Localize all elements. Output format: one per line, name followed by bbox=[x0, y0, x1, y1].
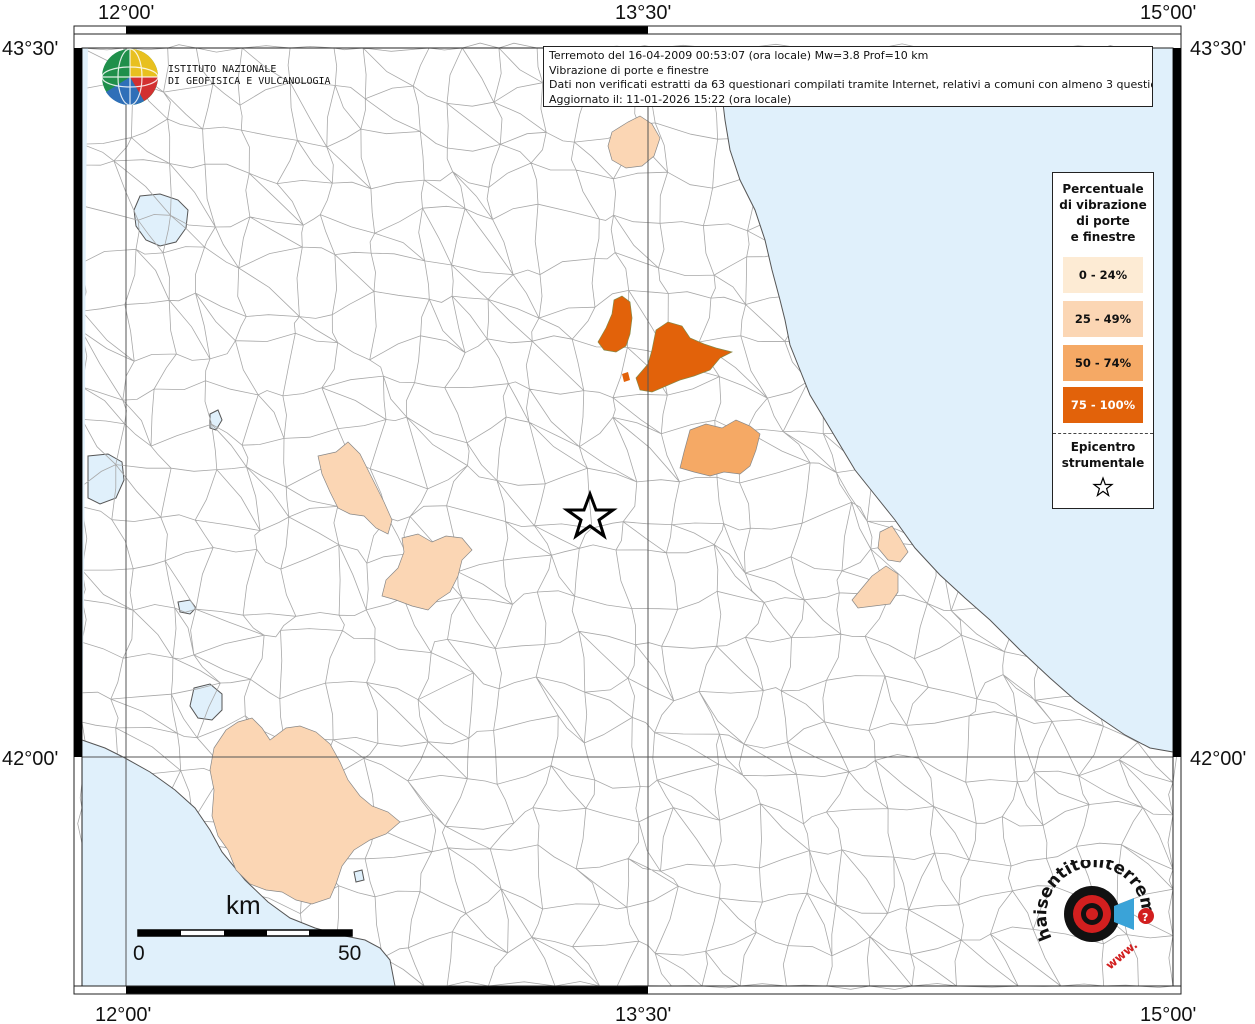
legend-title: Percentuale di vibrazione di porte e fin… bbox=[1053, 181, 1153, 245]
lon-label-top-mid: 13°30' bbox=[615, 2, 671, 24]
legend-class-75-100: 75 - 100% bbox=[1063, 387, 1143, 423]
ingv-logo-text: ISTITUTO NAZIONALE DI GEOFISICA E VULCAN… bbox=[168, 64, 331, 88]
event-info-box: Terremoto del 16-04-2009 00:53:07 (ora l… bbox=[543, 46, 1153, 107]
legend-title-line: di vibrazione bbox=[1059, 198, 1147, 212]
legend-epicenter-label: Epicentro strumentale bbox=[1053, 439, 1153, 471]
legend-epicenter-line: strumentale bbox=[1061, 456, 1145, 470]
scale-bar bbox=[137, 929, 353, 937]
scale-end: 50 bbox=[338, 942, 362, 965]
map-subject: Vibrazione di porte e finestre bbox=[549, 63, 709, 77]
lat-label-right-mid: 42°00' bbox=[1190, 748, 1246, 770]
ingv-name-line1: ISTITUTO NAZIONALE bbox=[168, 64, 277, 75]
haisentito-www: www. bbox=[1103, 938, 1140, 973]
lat-label-left-top: 43°30' bbox=[2, 38, 58, 60]
legend-class-0-24: 0 - 24% bbox=[1063, 257, 1143, 293]
lon-label-bottom-mid: 13°30' bbox=[615, 1004, 671, 1024]
legend-divider bbox=[1053, 433, 1153, 434]
ingv-name-line2: DI GEOFISICA E VULCANOLOGIA bbox=[168, 76, 331, 87]
legend-class-25-49: 25 - 49% bbox=[1063, 301, 1143, 337]
legend-class-50-74: 50 - 74% bbox=[1063, 345, 1143, 381]
lon-label-top-right: 15°00' bbox=[1140, 2, 1196, 24]
legend-title-line: di porte bbox=[1076, 214, 1130, 228]
lake-albano bbox=[353, 869, 365, 883]
haisentito-logo: haisentitoilterremoto.it ? www. bbox=[1030, 860, 1158, 973]
lon-label-bottom-right: 15°00' bbox=[1140, 1004, 1196, 1024]
lat-label-left-mid: 42°00' bbox=[2, 748, 58, 770]
event-header: Terremoto del 16-04-2009 00:53:07 (ora l… bbox=[549, 49, 929, 62]
scale-start: 0 bbox=[133, 942, 145, 965]
update-time: Aggiornato il: 11-01-2026 15:22 (ora loc… bbox=[549, 92, 792, 106]
data-note: Dati non verificati estratti da 63 quest… bbox=[549, 78, 1153, 91]
lat-label-right-top: 43°30' bbox=[1190, 38, 1246, 60]
legend-title-line: Percentuale bbox=[1062, 182, 1144, 196]
lon-label-bottom-left: 12°00' bbox=[95, 1004, 151, 1024]
svg-text:?: ? bbox=[1142, 911, 1148, 924]
legend-title-line: e finestre bbox=[1070, 230, 1136, 244]
legend-epicenter-line: Epicentro bbox=[1070, 440, 1136, 454]
legend: Percentuale di vibrazione di porte e fin… bbox=[1052, 172, 1154, 509]
lon-label-top-left: 12°00' bbox=[98, 2, 154, 24]
legend-star-icon bbox=[1092, 476, 1114, 498]
scale-unit: km bbox=[226, 890, 261, 920]
